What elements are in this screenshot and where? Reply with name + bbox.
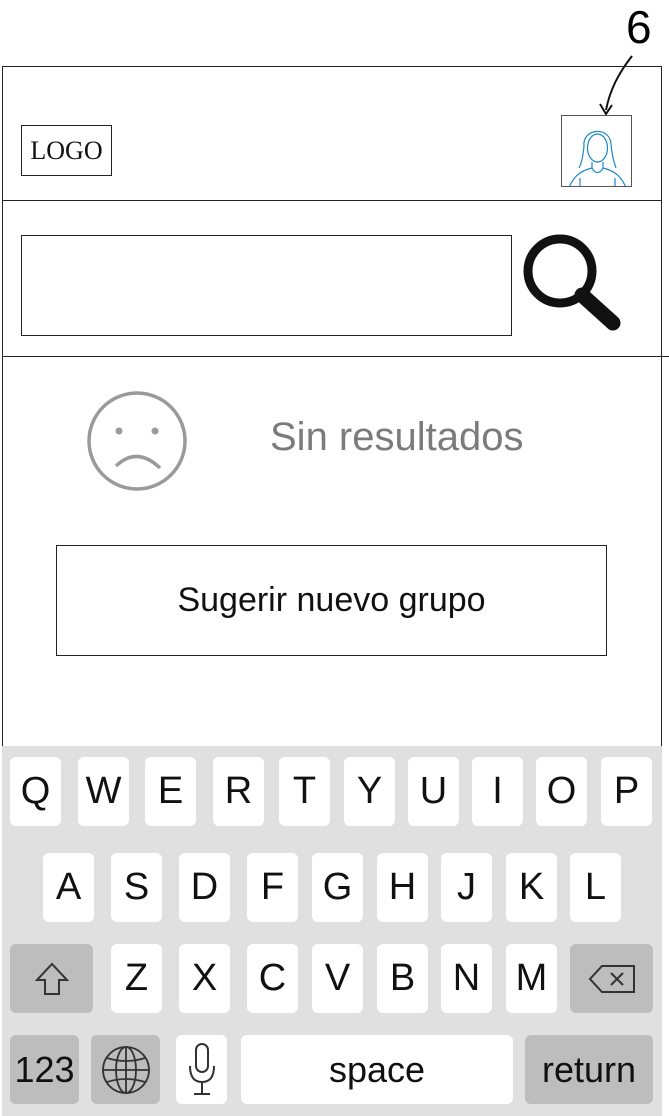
globe-icon: [101, 1045, 150, 1094]
backspace-icon: [588, 964, 635, 993]
numbers-key[interactable]: 123: [10, 1035, 79, 1104]
header-divider: [2, 200, 662, 201]
key-n[interactable]: N: [441, 944, 492, 1013]
key-a[interactable]: A: [43, 853, 94, 922]
key-k[interactable]: K: [506, 853, 557, 922]
user-avatar-button[interactable]: [561, 115, 632, 187]
suggest-group-button[interactable]: Sugerir nuevo grupo: [56, 545, 607, 656]
key-x[interactable]: X: [179, 944, 230, 1013]
key-m[interactable]: M: [506, 944, 557, 1013]
return-key[interactable]: return: [525, 1035, 653, 1104]
microphone-icon: [188, 1042, 215, 1095]
key-t[interactable]: T: [279, 757, 330, 826]
key-y[interactable]: Y: [344, 757, 395, 826]
key-q[interactable]: Q: [10, 757, 61, 826]
key-p[interactable]: P: [601, 757, 652, 826]
key-d[interactable]: D: [179, 853, 230, 922]
key-h[interactable]: H: [377, 853, 428, 922]
shift-arrow-icon: [34, 962, 69, 995]
logo: LOGO: [21, 125, 112, 176]
search-input[interactable]: [21, 235, 512, 336]
key-r[interactable]: R: [213, 757, 264, 826]
search-divider: [2, 356, 669, 357]
key-o[interactable]: O: [536, 757, 587, 826]
sad-face-icon: [87, 391, 187, 491]
backspace-key[interactable]: [570, 944, 653, 1013]
key-f[interactable]: F: [247, 853, 298, 922]
key-s[interactable]: S: [111, 853, 162, 922]
key-b[interactable]: B: [377, 944, 428, 1013]
key-v[interactable]: V: [312, 944, 363, 1013]
key-c[interactable]: C: [247, 944, 298, 1013]
globe-key[interactable]: [91, 1035, 160, 1104]
shift-key[interactable]: [10, 944, 93, 1013]
key-j[interactable]: J: [441, 853, 492, 922]
annotation-number: 6: [626, 1, 652, 53]
space-key[interactable]: space: [241, 1035, 513, 1104]
key-i[interactable]: I: [472, 757, 523, 826]
search-button[interactable]: [518, 234, 624, 338]
key-u[interactable]: U: [408, 757, 459, 826]
keyboard: Q W E R T Y U I O P A S D F G H J K L Z …: [2, 746, 662, 1116]
magnifier-icon: [523, 234, 621, 331]
user-avatar-icon: [569, 130, 626, 186]
key-w[interactable]: W: [78, 757, 129, 826]
key-e[interactable]: E: [145, 757, 196, 826]
microphone-key[interactable]: [176, 1035, 227, 1104]
key-g[interactable]: G: [312, 853, 363, 922]
key-l[interactable]: L: [570, 853, 621, 922]
no-results-text: Sin resultados: [270, 415, 524, 459]
key-z[interactable]: Z: [111, 944, 162, 1013]
